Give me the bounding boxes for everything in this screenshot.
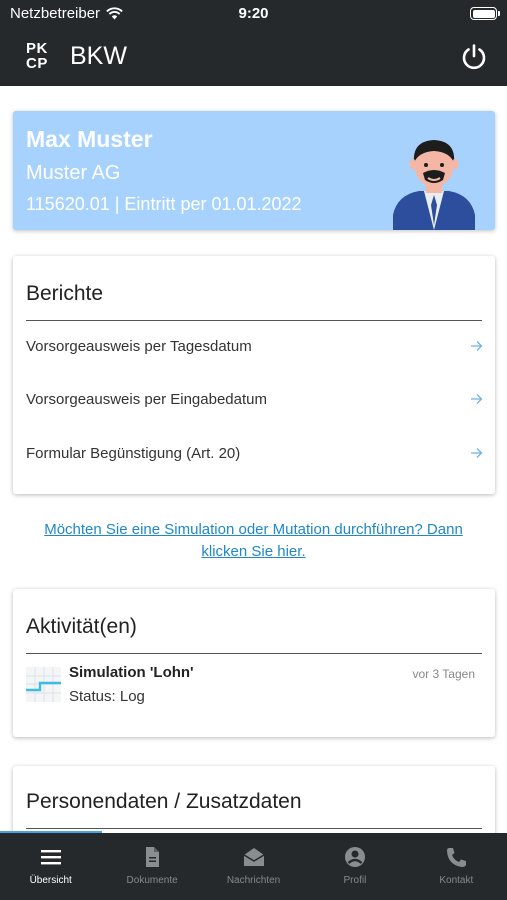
reports-title: Berichte bbox=[26, 282, 104, 305]
personal-data-title: Personendaten / Zusatzdaten bbox=[26, 790, 302, 813]
tab-label: Profil bbox=[343, 875, 367, 886]
avatar bbox=[393, 140, 475, 230]
app-header: PK CP BKW bbox=[0, 28, 507, 86]
tab-label: Kontakt bbox=[439, 875, 474, 886]
arrow-right-icon bbox=[471, 341, 483, 351]
report-item-beguenstigung[interactable]: Formular Begünstigung (Art. 20) bbox=[13, 433, 495, 477]
profile-details: 115620.01 | Eintritt per 01.01.2022 bbox=[26, 194, 302, 214]
activities-title: Aktivität(en) bbox=[26, 615, 137, 638]
tab-uebersicht[interactable]: Übersicht bbox=[0, 833, 101, 900]
tab-nachrichten[interactable]: Nachrichten bbox=[203, 833, 304, 900]
divider bbox=[26, 828, 482, 829]
simulation-chart-icon bbox=[26, 667, 61, 702]
tab-label: Übersicht bbox=[29, 875, 72, 886]
tab-kontakt[interactable]: Kontakt bbox=[406, 833, 507, 900]
tab-label: Dokumente bbox=[126, 875, 178, 886]
profile-name: Max Muster bbox=[26, 126, 153, 152]
divider bbox=[26, 653, 482, 654]
report-item-eingabedatum[interactable]: Vorsorgeausweis per Eingabedatum bbox=[13, 379, 495, 423]
account-icon bbox=[344, 847, 365, 867]
tab-dokumente[interactable]: Dokumente bbox=[101, 833, 202, 900]
tab-profil[interactable]: Profil bbox=[304, 833, 405, 900]
arrow-right-icon bbox=[471, 448, 483, 458]
activity-status: Status: Log bbox=[69, 688, 145, 705]
divider bbox=[26, 320, 482, 321]
menu-icon bbox=[40, 850, 61, 865]
report-item-label: Vorsorgeausweis per Eingabedatum bbox=[26, 391, 267, 408]
activity-item[interactable]: Simulation 'Lohn' Status: Log vor 3 Tage… bbox=[13, 661, 495, 711]
arrow-right-icon bbox=[471, 394, 483, 404]
status-bar: Netzbetreiber 9:20 bbox=[0, 0, 507, 28]
clock: 9:20 bbox=[238, 5, 269, 22]
activity-title: Simulation 'Lohn' bbox=[69, 664, 194, 681]
pkcp-logo: PK CP bbox=[26, 40, 48, 72]
document-icon bbox=[146, 847, 160, 867]
activities-card: Aktivität(en) Simulation 'Lohn' Status: … bbox=[13, 589, 495, 737]
app-title: BKW bbox=[70, 42, 127, 70]
battery-icon bbox=[470, 7, 500, 20]
reports-card: Berichte Vorsorgeausweis per Tagesdatum … bbox=[13, 256, 495, 494]
phone-icon bbox=[447, 848, 467, 867]
tab-label: Nachrichten bbox=[226, 875, 281, 886]
profile-company: Muster AG bbox=[26, 162, 121, 184]
power-icon[interactable] bbox=[459, 42, 489, 72]
envelope-icon bbox=[243, 848, 264, 866]
report-item-label: Formular Begünstigung (Art. 20) bbox=[26, 445, 241, 462]
report-item-label: Vorsorgeausweis per Tagesdatum bbox=[26, 338, 252, 355]
profile-card[interactable]: Max Muster Muster AG 115620.01 | Eintrit… bbox=[13, 111, 495, 230]
simulation-link[interactable]: Möchten Sie eine Simulation oder Mutatio… bbox=[20, 519, 487, 563]
bottom-tab-bar: Übersicht Dokumente Nachrichten Profil K… bbox=[0, 833, 507, 900]
report-item-tagesdatum[interactable]: Vorsorgeausweis per Tagesdatum bbox=[13, 326, 495, 370]
activity-timestamp: vor 3 Tagen bbox=[412, 667, 476, 681]
